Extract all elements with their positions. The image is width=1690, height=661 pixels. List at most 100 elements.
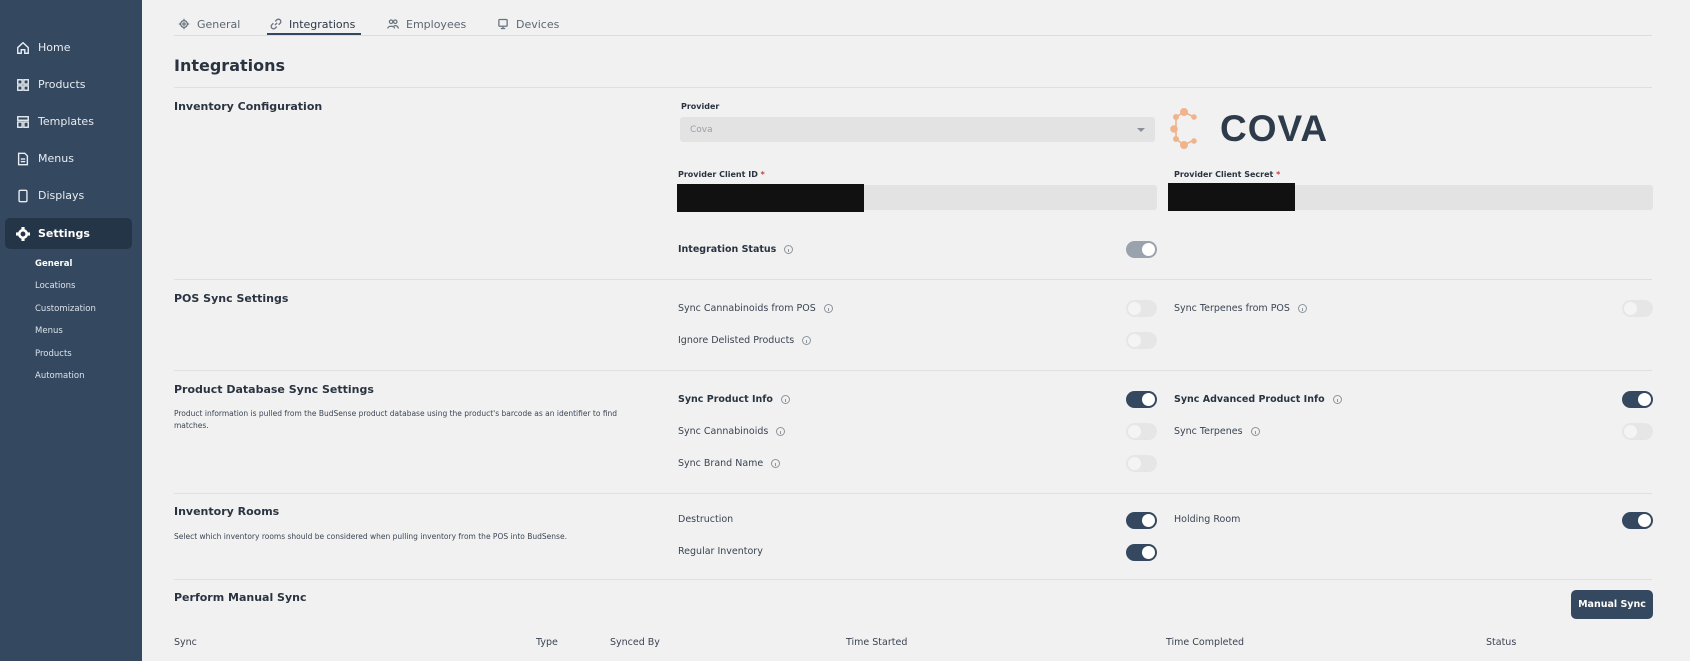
caret-down-icon (1137, 128, 1145, 132)
sidebar: Home Products Templates Menus Displays S… (0, 0, 142, 661)
redaction-box (677, 184, 864, 212)
sync-product-info-label: Sync Product Info (678, 394, 790, 405)
sidebar-item-menus[interactable]: Menus (5, 143, 132, 174)
section-title-inventory-rooms: Inventory Rooms (174, 505, 280, 518)
sidebar-item-label: Home (38, 41, 71, 54)
provider-label: Provider (681, 102, 720, 111)
gear-icon (178, 18, 190, 30)
label-text: Sync Brand Name (678, 458, 764, 469)
sidebar-subitem-automation[interactable]: Automation (35, 371, 85, 381)
ignore-delisted-products-label: Ignore Delisted Products (678, 335, 812, 346)
page-title: Integrations (174, 56, 286, 75)
section-title-pos-sync: POS Sync Settings (174, 292, 289, 305)
info-icon (802, 336, 812, 345)
sidebar-subitem-locations[interactable]: Locations (35, 281, 75, 291)
toggle-knob (1128, 302, 1141, 315)
column-header-time-started[interactable]: Time Started (846, 637, 907, 648)
required-mark: * (1276, 170, 1281, 179)
sidebar-item-displays[interactable]: Displays (5, 180, 132, 211)
provider-select-value: Cova (690, 124, 713, 135)
template-icon (16, 115, 30, 129)
toggle-knob (1142, 546, 1155, 559)
provider-select[interactable]: Cova (680, 117, 1155, 142)
people-icon (387, 18, 399, 30)
sync-cannabinoids-from-pos-toggle[interactable] (1126, 300, 1157, 317)
label-text: Sync Cannabinoids (678, 426, 769, 437)
sync-terpenes-from-pos-toggle[interactable] (1622, 300, 1653, 317)
column-header-status[interactable]: Status (1486, 637, 1516, 648)
label-text: Sync Product Info (678, 394, 773, 405)
column-header-type[interactable]: Type (536, 637, 558, 648)
destruction-label: Destruction (678, 514, 733, 525)
info-icon (780, 395, 790, 404)
holding-room-toggle[interactable] (1622, 512, 1653, 529)
divider (174, 279, 1652, 280)
sidebar-item-products[interactable]: Products (5, 69, 132, 100)
active-tab-indicator (267, 33, 361, 35)
sidebar-item-label: Products (38, 78, 86, 91)
sync-advanced-product-info-toggle[interactable] (1622, 391, 1653, 408)
label-text: Ignore Delisted Products (678, 335, 795, 346)
divider (174, 493, 1652, 494)
client-secret-label-text: Provider Client Secret (1174, 170, 1274, 179)
grid-icon (16, 78, 30, 92)
toggle-knob (1624, 302, 1637, 315)
tab-general[interactable]: General (178, 11, 240, 37)
section-title-manual-sync: Perform Manual Sync (174, 591, 307, 604)
sync-terpenes-toggle[interactable] (1622, 423, 1653, 440)
link-icon (270, 18, 282, 30)
integration-status-label: Integration Status (678, 244, 794, 255)
redaction-box (1168, 183, 1295, 211)
info-icon (771, 459, 781, 468)
client-id-label-text: Provider Client ID (678, 170, 758, 179)
info-icon (784, 245, 794, 254)
tab-employees[interactable]: Employees (387, 11, 466, 37)
toggle-knob (1128, 457, 1141, 470)
manual-sync-button[interactable]: Manual Sync (1571, 590, 1653, 619)
client-secret-label: Provider Client Secret * (1174, 170, 1280, 179)
column-header-sync[interactable]: Sync (174, 637, 197, 648)
sidebar-subitem-general[interactable]: General (35, 259, 72, 269)
sidebar-item-templates[interactable]: Templates (5, 106, 132, 137)
destruction-toggle[interactable] (1126, 512, 1157, 529)
tab-devices[interactable]: Devices (497, 11, 559, 37)
tab-label: Integrations (289, 17, 356, 31)
sync-brand-name-toggle[interactable] (1126, 455, 1157, 472)
sidebar-item-home[interactable]: Home (5, 32, 132, 63)
sync-product-info-toggle[interactable] (1126, 391, 1157, 408)
toggle-knob (1142, 243, 1155, 256)
info-icon (776, 427, 786, 436)
section-title-product-database-sync: Product Database Sync Settings (174, 383, 374, 396)
toggle-knob (1142, 393, 1155, 406)
sidebar-subitem-customization[interactable]: Customization (35, 304, 96, 314)
tablet-icon (16, 189, 30, 203)
ignore-delisted-products-toggle[interactable] (1126, 332, 1157, 349)
sidebar-subitem-products[interactable]: Products (35, 349, 72, 359)
toggle-knob (1624, 425, 1637, 438)
section-title-inventory-configuration: Inventory Configuration (174, 100, 323, 113)
required-mark: * (760, 170, 765, 179)
divider (174, 370, 1652, 371)
label-text: Sync Terpenes (1174, 426, 1243, 437)
integration-status-toggle[interactable] (1126, 241, 1157, 258)
sync-terpenes-label: Sync Terpenes (1174, 426, 1260, 437)
section-description: Product information is pulled from the B… (174, 409, 618, 430)
column-header-time-completed[interactable]: Time Completed (1166, 637, 1244, 648)
info-icon (1332, 395, 1342, 404)
toggle-knob (1128, 425, 1141, 438)
column-header-synced-by[interactable]: Synced By (610, 637, 660, 648)
divider (174, 87, 1652, 88)
sidebar-subitem-menus[interactable]: Menus (35, 326, 63, 336)
label-text: Destruction (678, 514, 734, 525)
sidebar-item-settings[interactable]: Settings (5, 218, 132, 249)
sync-cannabinoids-toggle[interactable] (1126, 423, 1157, 440)
regular-inventory-toggle[interactable] (1126, 544, 1157, 561)
cova-logo: COVA (1170, 107, 1328, 149)
toggle-knob (1128, 334, 1141, 347)
divider (174, 579, 1652, 580)
sidebar-item-label: Menus (38, 152, 74, 165)
svg-text:COVA: COVA (1220, 108, 1328, 149)
toggle-knob (1638, 514, 1651, 527)
integration-status-label-text: Integration Status (678, 244, 777, 255)
sync-brand-name-label: Sync Brand Name (678, 458, 781, 469)
